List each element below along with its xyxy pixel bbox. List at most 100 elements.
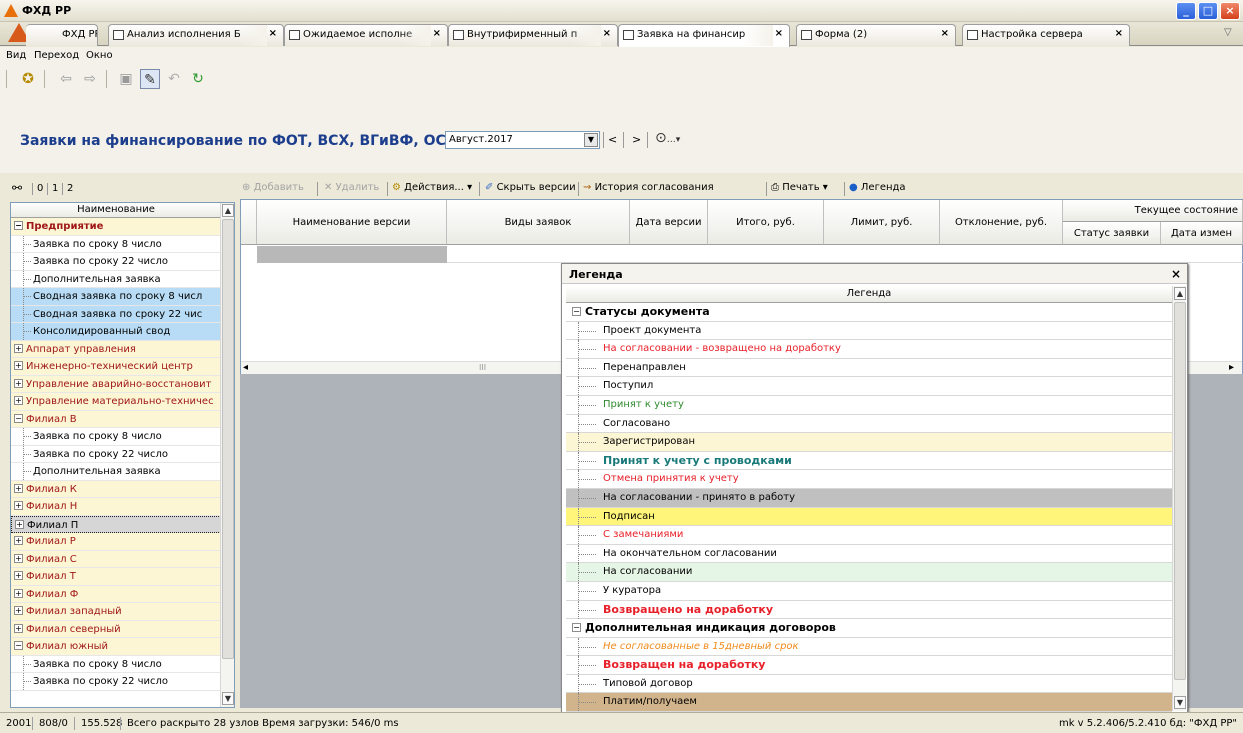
tree-row[interactable]: Заявка по сроку 22 число xyxy=(11,445,221,463)
tree-row[interactable]: + Филиал Ф xyxy=(11,585,221,603)
scrollbar-grip[interactable]: III xyxy=(479,363,486,372)
column-header[interactable]: Дата измен xyxy=(1161,222,1243,245)
column-header[interactable]: Наименование версии xyxy=(257,200,447,245)
save-icon[interactable]: ▣ xyxy=(116,69,136,89)
tree-row[interactable]: + Управление материально-техничес xyxy=(11,393,221,411)
scroll-up-icon[interactable]: ▲ xyxy=(1174,287,1186,300)
tab-funding-request[interactable]: Заявка на финансир × xyxy=(618,24,790,47)
expand-icon[interactable]: + xyxy=(14,606,23,615)
maximize-button[interactable]: □ xyxy=(1198,2,1218,20)
menu-window[interactable]: Окно xyxy=(86,50,113,61)
tree-row[interactable]: Сводная заявка по сроку 22 чис xyxy=(11,305,221,323)
legend-scrollbar[interactable]: ▲ ▼ xyxy=(1172,286,1186,711)
tab-close-icon[interactable]: × xyxy=(433,28,441,39)
expand-icon[interactable]: + xyxy=(14,378,23,388)
tree-row[interactable]: Заявка по сроку 22 число xyxy=(11,673,221,691)
tree-row[interactable]: + Филиал Т xyxy=(11,568,221,586)
tree-row[interactable]: + Филиал западный xyxy=(11,603,221,621)
tree-row[interactable]: Дополнительная заявка xyxy=(11,270,221,288)
tree-row[interactable]: Заявка по сроку 8 число xyxy=(11,655,221,673)
column-header[interactable]: Статус заявки xyxy=(1063,222,1161,245)
period-next-button[interactable]: > xyxy=(632,133,641,146)
forward-arrow-icon[interactable]: ⇨ xyxy=(80,69,100,89)
tree-row[interactable]: + Управление аварийно-восстановит xyxy=(11,375,221,393)
tab-home[interactable]: ФХД РР xyxy=(26,24,98,46)
expand-icon[interactable]: + xyxy=(15,519,24,529)
period-select[interactable]: Август.2017 ▼ xyxy=(445,131,600,149)
tree-level-0-button[interactable]: 0 xyxy=(37,183,43,194)
tree-level-2-button[interactable]: 2 xyxy=(67,183,73,194)
expand-icon[interactable]: + xyxy=(14,396,23,405)
tree-row[interactable]: − Предприятие xyxy=(11,218,221,236)
tab-expected[interactable]: Ожидаемое исполне × xyxy=(284,24,448,46)
tree-row[interactable]: + Филиал К xyxy=(11,480,221,498)
close-window-button[interactable]: × xyxy=(1220,2,1240,20)
close-icon[interactable]: × xyxy=(1171,267,1181,281)
add-button[interactable]: ⊕ Добавить xyxy=(242,182,304,193)
tree-column-header[interactable]: Наименование xyxy=(11,203,221,218)
tree-row[interactable]: + Филиал Р xyxy=(11,533,221,551)
refresh-icon[interactable]: ↻ xyxy=(188,69,208,89)
tree-row[interactable]: Сводная заявка по сроку 8 числ xyxy=(11,288,221,306)
tab-close-icon[interactable]: × xyxy=(269,28,277,39)
scroll-down-icon[interactable]: ▼ xyxy=(1174,696,1186,709)
tree-row[interactable]: Заявка по сроку 22 число xyxy=(11,253,221,271)
tree-row[interactable]: + Филиал С xyxy=(11,550,221,568)
legend-button[interactable]: ● Легенда xyxy=(849,182,906,193)
back-arrow-icon[interactable]: ⇦ xyxy=(56,69,76,89)
print-dropdown[interactable]: ⎙ Печать ▾ xyxy=(771,182,828,193)
expand-icon[interactable]: + xyxy=(14,588,23,598)
scrollbar-thumb[interactable] xyxy=(222,219,234,659)
minimize-button[interactable]: _ xyxy=(1176,2,1196,20)
scroll-down-icon[interactable]: ▼ xyxy=(222,692,234,705)
tab-close-icon[interactable]: × xyxy=(941,28,949,39)
tab-server-settings[interactable]: Настройка сервера × xyxy=(962,24,1130,46)
collapse-icon[interactable]: − xyxy=(14,413,23,423)
collapse-icon[interactable]: − xyxy=(572,623,581,633)
grid-selected-cell[interactable] xyxy=(257,246,447,263)
collapse-icon[interactable]: − xyxy=(14,641,23,650)
tree-row[interactable]: + Филиал Н xyxy=(11,498,221,516)
expand-icon[interactable]: + xyxy=(14,536,23,545)
expand-icon[interactable]: + xyxy=(14,361,23,370)
expand-icon[interactable]: + xyxy=(14,571,23,580)
tab-close-icon[interactable]: × xyxy=(1115,28,1123,39)
tree-row[interactable]: + Аппарат управления xyxy=(11,340,221,358)
tree-row[interactable]: Заявка по сроку 8 число xyxy=(11,428,221,446)
column-header[interactable]: Отклонение, руб. xyxy=(940,200,1063,245)
tree-row[interactable]: + Филиал П xyxy=(11,515,221,533)
expand-icon[interactable]: + xyxy=(14,623,23,633)
tree-row[interactable]: + Филиал северный xyxy=(11,620,221,638)
column-header[interactable]: Лимит, руб. xyxy=(824,200,940,245)
tab-internal[interactable]: Внутрифирменный п × xyxy=(448,24,618,46)
tab-close-icon[interactable]: × xyxy=(603,28,611,39)
tree-scrollbar[interactable]: ▲ ▼ xyxy=(220,203,234,707)
tab-list-dropdown-icon[interactable]: ▽ xyxy=(1224,27,1232,38)
favorites-icon[interactable]: ✪ xyxy=(18,69,38,89)
menu-navigate[interactable]: Переход xyxy=(34,50,79,61)
collapse-icon[interactable]: − xyxy=(14,221,23,230)
approval-history-button[interactable]: ⇝ История согласования xyxy=(583,182,714,193)
column-header[interactable]: Итого, руб. xyxy=(708,200,824,245)
tab-analysis[interactable]: Анализ исполнения Б × xyxy=(108,24,284,46)
organization-tree[interactable]: Наименование − Предприятие Заявка по сроку… xyxy=(10,202,235,708)
expand-icon[interactable]: + xyxy=(14,501,23,510)
menu-view[interactable]: Вид xyxy=(6,50,26,61)
tree-row[interactable]: Заявка по сроку 8 число xyxy=(11,235,221,253)
expand-icon[interactable]: + xyxy=(14,553,23,563)
clock-icon[interactable]: ⊙…▾ xyxy=(655,130,680,146)
tab-form[interactable]: Форма (2) × xyxy=(796,24,956,46)
chevron-down-icon[interactable]: ▼ xyxy=(584,133,598,147)
column-header[interactable]: Дата версии xyxy=(630,200,708,245)
tree-row[interactable]: Консолидированный свод xyxy=(11,323,221,341)
expand-icon[interactable]: + xyxy=(14,343,23,353)
column-header[interactable]: Виды заявок xyxy=(447,200,630,245)
tree-row[interactable]: − Филиал В xyxy=(11,410,221,428)
edit-mode-icon[interactable]: ✎ xyxy=(140,69,160,89)
scrollbar-thumb[interactable] xyxy=(1174,302,1186,680)
collapse-icon[interactable]: − xyxy=(572,307,581,316)
undo-icon[interactable]: ↶ xyxy=(164,69,184,89)
scroll-left-icon[interactable]: ◂ xyxy=(243,362,248,373)
expand-icon[interactable]: + xyxy=(14,483,23,493)
tab-close-icon[interactable]: × xyxy=(775,28,783,39)
